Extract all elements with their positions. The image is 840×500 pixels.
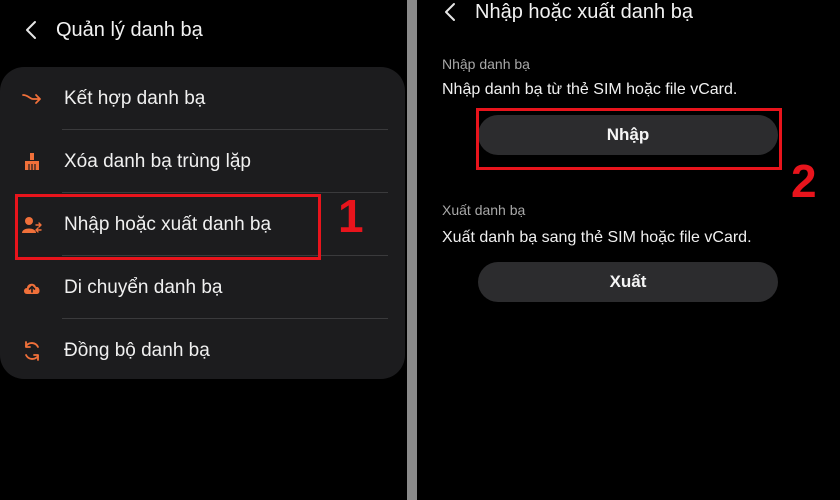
merge-icon	[21, 88, 43, 110]
broom-icon	[21, 151, 43, 173]
left-panel: Quản lý danh bạ Kết hợp danh bạ Xóa danh…	[0, 0, 407, 500]
highlight-box-step-1	[15, 194, 321, 260]
step-number-2: 2	[791, 155, 817, 207]
menu-item-sync-contacts[interactable]: Đồng bộ danh bạ	[0, 319, 405, 382]
highlight-box-step-2	[476, 108, 782, 170]
export-section-description: Xuất danh bạ sang thẻ SIM hoặc file vCar…	[442, 229, 752, 246]
menu-item-label: Xóa danh bạ trùng lặp	[64, 150, 251, 172]
back-arrow-icon[interactable]	[20, 18, 44, 42]
page-title: Quản lý danh bạ	[56, 18, 203, 41]
import-section-title: Nhập danh bạ	[442, 56, 530, 72]
menu-item-move-contacts[interactable]: Di chuyển danh bạ	[0, 256, 405, 319]
sync-icon	[21, 340, 43, 362]
menu-item-delete-duplicates[interactable]: Xóa danh bạ trùng lặp	[0, 130, 405, 193]
menu-item-label: Kết hợp danh bạ	[64, 87, 206, 109]
menu-item-label: Đồng bộ danh bạ	[64, 339, 210, 361]
cloud-upload-icon	[21, 277, 43, 299]
import-section-description: Nhập danh bạ từ thẻ SIM hoặc file vCard.	[442, 81, 738, 98]
export-button[interactable]: Xuất	[478, 262, 778, 302]
left-header: Quản lý danh bạ	[20, 18, 203, 42]
menu-item-merge-contacts[interactable]: Kết hợp danh bạ	[0, 67, 405, 130]
page-title: Nhập hoặc xuất danh bạ	[475, 0, 693, 23]
step-number-1: 1	[338, 190, 364, 242]
export-section-title: Xuất danh bạ	[442, 202, 526, 218]
menu-item-label: Di chuyển danh bạ	[64, 276, 223, 298]
right-header: Nhập hoặc xuất danh bạ	[439, 0, 693, 24]
panel-divider	[407, 0, 417, 500]
back-arrow-icon[interactable]	[439, 0, 463, 24]
right-panel: Nhập hoặc xuất danh bạ Nhập danh bạ Nhập…	[417, 0, 840, 500]
